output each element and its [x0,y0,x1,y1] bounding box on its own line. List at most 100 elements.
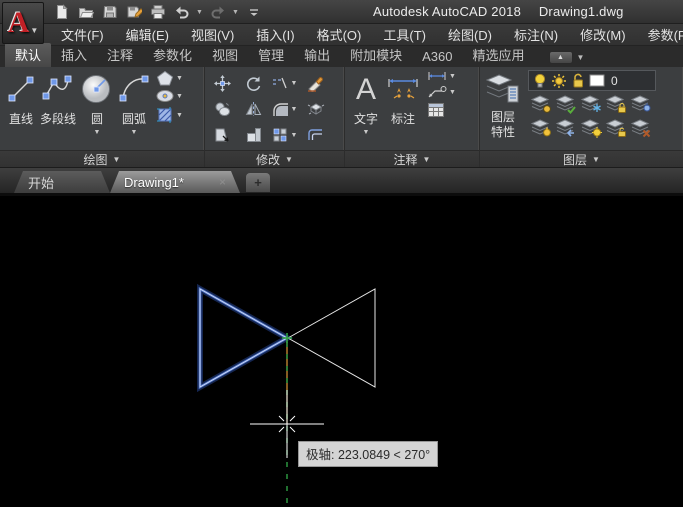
layer-properties-button[interactable]: 图层特性 [484,70,522,150]
undo-icon [174,4,190,20]
trim-button[interactable]: ▼ [272,76,298,90]
scale-button[interactable] [246,127,262,143]
layers-panel-title[interactable]: 图层▼ [480,150,683,167]
layer-make-current-icon [555,94,577,114]
save-as-button[interactable] [124,2,144,22]
annotate-text-button[interactable]: A文字▼ [349,70,383,150]
selected-triangle-core[interactable] [200,289,287,387]
stretch-button[interactable] [214,127,231,143]
selected-triangle-glow[interactable] [200,289,287,387]
ribbon: 直线多段线圆▼圆弧▼▼▼▼绘图▼▼▼▼修改▼A文字▼标注▼▼注释▼图层特性0图层… [0,67,683,168]
drawing-area[interactable]: 极轴: 223.0849 < 270° [0,196,683,507]
annotate-side-column: ▼▼ [427,70,456,150]
layer-unlock-button[interactable] [605,118,627,143]
ribbon-tab-1[interactable]: 插入 [51,43,97,67]
print-button[interactable] [148,2,168,22]
menu-item-9[interactable]: 参数(P) [637,23,683,46]
fillet-icon [272,102,290,117]
save-button[interactable] [100,2,120,22]
folder-open-button[interactable] [76,2,96,22]
ribbon-tab-9[interactable]: 精选应用 [463,43,535,67]
ribbon-tab-0[interactable]: 默认 [5,43,51,67]
mirror-button[interactable] [245,101,262,117]
file-new-button[interactable] [52,2,72,22]
copy-icon [214,101,231,117]
new-tab-button[interactable]: + [246,173,270,192]
layer-delete-button[interactable] [630,118,652,143]
draw-line-button[interactable]: 直线 [4,70,38,150]
layer-unlock-icon [605,118,627,138]
ribbon-collapse-button[interactable]: ▲▼ [549,51,585,64]
trim-icon [272,76,290,90]
qat-overflow-button[interactable] [244,2,264,22]
layer-on-button[interactable] [530,118,552,143]
annotate-dimension-button[interactable]: 标注 [383,70,423,150]
ribbon-tab-8[interactable]: A360 [412,47,462,67]
offset-button[interactable] [306,127,325,143]
ribbon-tab-5[interactable]: 管理 [248,43,294,67]
layer-isolate-icon [580,118,602,138]
layer-make-current-button[interactable] [555,94,577,119]
copy-button[interactable] [214,101,231,117]
application-menu-button[interactable]: A ▼ [2,2,44,44]
layer-freeze-button[interactable] [580,94,602,119]
crosshair-sparkle [279,427,284,432]
layer-select-dropdown[interactable]: 0 [528,70,656,91]
ribbon-tab-3[interactable]: 参数化 [143,43,202,67]
layer-isolate-button[interactable] [580,118,602,143]
ribbon-tab-2[interactable]: 注释 [97,43,143,67]
draw-circle-button[interactable]: 圆▼ [78,70,116,150]
undo-button[interactable] [172,2,192,22]
white-triangle[interactable] [288,289,375,387]
hatch-button[interactable]: ▼ [156,106,183,124]
explode-icon [307,101,325,117]
layer-previous-button[interactable] [555,118,577,143]
redo-button[interactable] [208,2,228,22]
title-bar: A ▼ ▼▼ Autodesk AutoCAD 2018 Drawing1.dw… [0,0,683,24]
move-button[interactable] [214,75,231,92]
selected-triangle[interactable] [200,289,287,387]
stretch-icon [214,127,231,143]
erase-button[interactable] [307,75,324,92]
array-button[interactable]: ▼ [272,127,298,143]
chevron-down-icon[interactable]: ▼ [196,9,204,16]
ribbon-tab-6[interactable]: 输出 [294,43,340,67]
swatch-icon [589,74,605,87]
dim-linear-button[interactable]: ▼ [427,70,456,82]
layer-freeze-off-button[interactable] [530,94,552,119]
layer-freeze-icon [580,94,602,114]
table-button[interactable] [427,102,456,118]
chevron-down-icon[interactable]: ▼ [232,9,240,16]
ellipse-button[interactable]: ▼ [156,89,183,103]
draw-arc-button[interactable]: 圆弧▼ [116,70,152,150]
polygon-button[interactable]: ▼ [156,70,183,86]
rotate-button[interactable] [245,75,262,92]
save-as-icon [126,4,142,20]
panel-draw: 直线多段线圆▼圆弧▼▼▼▼绘图▼ [0,67,205,167]
ribbon-tab-4[interactable]: 视图 [202,43,248,67]
draw-panel-title[interactable]: 绘图▼ [0,150,204,167]
layer-lock-button[interactable] [605,94,627,119]
mirror-icon [245,101,262,117]
menu-item-8[interactable]: 修改(M) [569,23,637,46]
scale-icon [246,127,262,143]
ribbon-tab-7[interactable]: 附加模块 [340,43,412,67]
draw-polyline-button[interactable]: 多段线 [38,70,78,150]
file-tab-1[interactable]: Drawing1*× [110,171,240,193]
file-tab-0[interactable]: 开始 [14,171,110,193]
crosshair-sparkle [290,416,295,421]
layer-match-button[interactable] [630,94,652,119]
close-tab-icon[interactable]: × [219,175,226,189]
layer-freeze-off-icon [530,94,552,114]
erase-icon [307,75,324,92]
bulb-icon [533,73,547,89]
explode-button[interactable] [307,101,325,117]
layer-properties-icon [486,72,520,106]
annotate-panel-title[interactable]: 注释▼ [345,150,479,167]
fillet-button[interactable]: ▼ [272,102,298,117]
leader-button[interactable]: ▼ [427,85,456,99]
leader-icon [427,85,447,99]
rotate-icon [245,75,262,92]
modify-panel-title[interactable]: 修改▼ [205,150,344,167]
file-new-icon [54,4,70,20]
